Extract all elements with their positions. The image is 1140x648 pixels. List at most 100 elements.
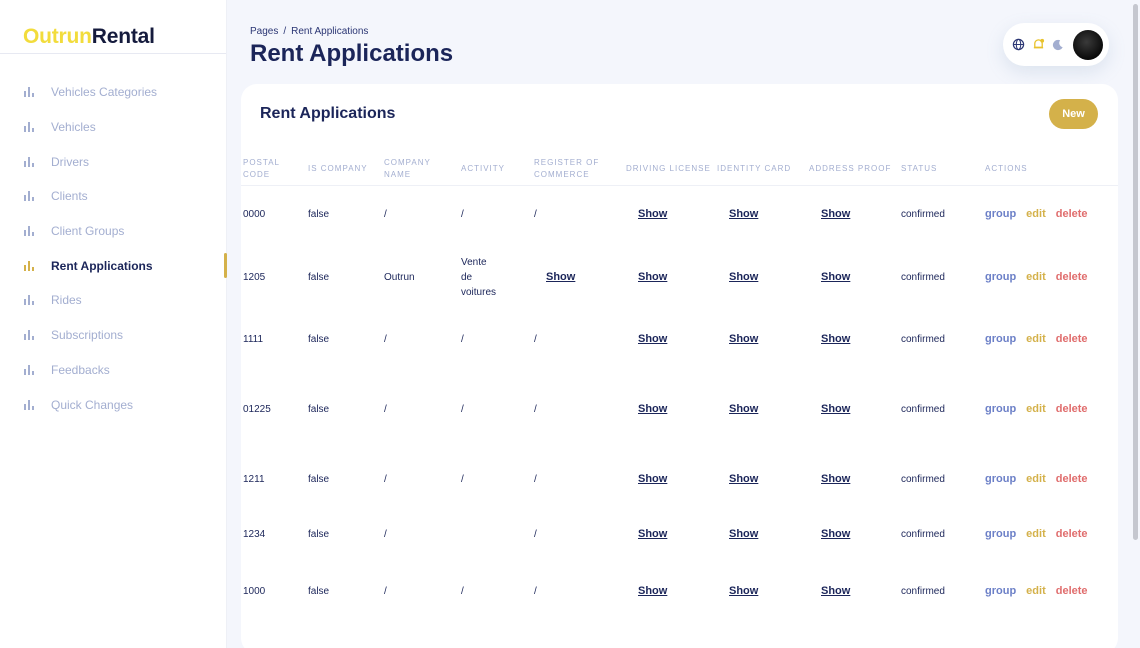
register-of-commerce-value: / [534, 528, 537, 540]
logo[interactable]: OutrunRental [23, 25, 155, 49]
delete-action-link[interactable]: delete [1056, 584, 1088, 599]
group-action-link[interactable]: group [985, 402, 1016, 417]
show-address-proof-link[interactable]: Show [821, 207, 850, 222]
show-driving-license-link[interactable]: Show [638, 472, 667, 487]
show-driving-license-link[interactable]: Show [638, 527, 667, 542]
sidebar-item-vehicles[interactable]: Vehicles [0, 110, 227, 145]
cell-is-company: false [308, 249, 329, 305]
show-address-proof-link[interactable]: Show [821, 527, 850, 542]
cell-postal-code: 01225 [243, 374, 271, 444]
delete-action-link[interactable]: delete [1056, 527, 1088, 542]
sidebar-item-label: Quick Changes [51, 397, 134, 412]
sidebar-item-label: Feedbacks [51, 362, 110, 377]
edit-action-link[interactable]: edit [1026, 527, 1046, 542]
moon-icon[interactable] [1051, 38, 1065, 52]
delete-action-link[interactable]: delete [1056, 332, 1088, 347]
cell-postal-code: 1000 [243, 564, 265, 619]
cell-driving-license: Show [626, 444, 667, 514]
group-action-link[interactable]: group [985, 584, 1016, 599]
sidebar-item-label: Drivers [51, 154, 89, 169]
notification-icon[interactable] [1031, 38, 1045, 52]
delete-action-link[interactable]: delete [1056, 207, 1088, 222]
is-company-value: false [308, 586, 330, 597]
scrollbar-thumb[interactable] [1133, 4, 1138, 540]
group-action-link[interactable]: group [985, 472, 1016, 487]
show-identity-card-link[interactable]: Show [729, 527, 758, 542]
cell-driving-license: Show [626, 509, 667, 559]
cell-is-company: false [308, 194, 329, 234]
show-identity-card-link[interactable]: Show [729, 584, 758, 599]
column-header-actions: ACTIONS [985, 164, 1028, 173]
show-driving-license-link[interactable]: Show [638, 270, 667, 285]
group-action-link[interactable]: group [985, 207, 1016, 222]
edit-action-link[interactable]: edit [1026, 472, 1046, 487]
show-driving-license-link[interactable]: Show [638, 584, 667, 599]
sidebar-item-feedbacks[interactable]: Feedbacks [0, 353, 227, 388]
company-name-value: Outrun [384, 271, 415, 283]
is-company-value: false [308, 333, 330, 345]
cell-driving-license: Show [626, 249, 667, 305]
cell-identity-card: Show [717, 564, 758, 619]
group-action-link[interactable]: group [985, 332, 1016, 347]
delete-action-link[interactable]: delete [1056, 270, 1088, 285]
edit-action-link[interactable]: edit [1026, 402, 1046, 417]
cell-postal-code: 1234 [243, 509, 265, 559]
edit-action-link[interactable]: edit [1026, 584, 1046, 599]
sidebar-item-rent-applications[interactable]: Rent Applications [0, 248, 227, 283]
edit-action-link[interactable]: edit [1026, 270, 1046, 285]
sidebar-item-label: Client Groups [51, 224, 125, 239]
sidebar-item-client-groups[interactable]: Client Groups [0, 214, 227, 249]
show-identity-card-link[interactable]: Show [729, 207, 758, 222]
avatar[interactable] [1073, 29, 1103, 60]
show-address-proof-link[interactable]: Show [821, 472, 850, 487]
show-address-proof-link[interactable]: Show [821, 332, 850, 347]
group-action-link[interactable]: group [985, 270, 1016, 285]
sidebar-item-vehicles-categories[interactable]: Vehicles Categories [0, 75, 227, 110]
sidebar-item-quick-changes[interactable]: Quick Changes [0, 387, 227, 422]
is-company-value: false [308, 473, 330, 485]
edit-action-link[interactable]: edit [1026, 332, 1046, 347]
table-header: POSTAL CODE IS COMPANY COMPANY NAME ACTIVIT… [241, 152, 1118, 186]
cell-activity: / [461, 444, 464, 514]
show-register-of-commerce-link[interactable]: Show [546, 270, 575, 285]
sidebar-item-label: Vehicles Categories [51, 85, 158, 100]
table-row: 1234 false / / Show Show Show confirmed group edi… [241, 509, 1118, 559]
delete-action-link[interactable]: delete [1056, 402, 1088, 417]
postal-code-value: 01225 [243, 403, 271, 415]
cell-actions: group edit delete [985, 194, 1098, 234]
page-scrollbar[interactable] [1132, 0, 1140, 648]
bar-chart-icon [24, 364, 35, 375]
register-of-commerce-value: / [534, 473, 537, 485]
globe-icon[interactable] [1011, 38, 1025, 52]
cell-company-name: / [384, 194, 387, 234]
group-action-link[interactable]: group [985, 527, 1016, 542]
show-identity-card-link[interactable]: Show [729, 270, 758, 285]
cell-identity-card: Show [717, 249, 758, 305]
show-address-proof-link[interactable]: Show [821, 402, 850, 417]
show-address-proof-link[interactable]: Show [821, 270, 850, 285]
delete-action-link[interactable]: delete [1056, 472, 1088, 487]
new-button[interactable]: New [1049, 99, 1098, 129]
table-row: 1205 false Outrun Vente de voitures Show Show… [241, 249, 1118, 305]
cell-company-name: / [384, 309, 387, 369]
company-name-value: / [384, 333, 387, 345]
breadcrumb-root[interactable]: Pages [250, 26, 278, 37]
sidebar-item-drivers[interactable]: Drivers [0, 144, 227, 179]
show-identity-card-link[interactable]: Show [729, 472, 758, 487]
show-driving-license-link[interactable]: Show [638, 332, 667, 347]
show-identity-card-link[interactable]: Show [729, 402, 758, 417]
cell-address-proof: Show [809, 309, 850, 369]
edit-action-link[interactable]: edit [1026, 207, 1046, 222]
sidebar-item-clients[interactable]: Clients [0, 179, 227, 214]
activity-value: Vente de voitures [461, 256, 497, 298]
register-of-commerce-value: / [534, 586, 537, 597]
show-identity-card-link[interactable]: Show [729, 332, 758, 347]
show-address-proof-link[interactable]: Show [821, 584, 850, 599]
column-header-register-of-commerce: REGISTER OF COMMERCE [534, 158, 600, 179]
cell-driving-license: Show [626, 374, 667, 444]
show-driving-license-link[interactable]: Show [638, 207, 667, 222]
sidebar-item-subscriptions[interactable]: Subscriptions [0, 318, 227, 353]
show-driving-license-link[interactable]: Show [638, 402, 667, 417]
status-value: confirmed [901, 586, 945, 597]
sidebar-item-rides[interactable]: Rides [0, 283, 227, 318]
